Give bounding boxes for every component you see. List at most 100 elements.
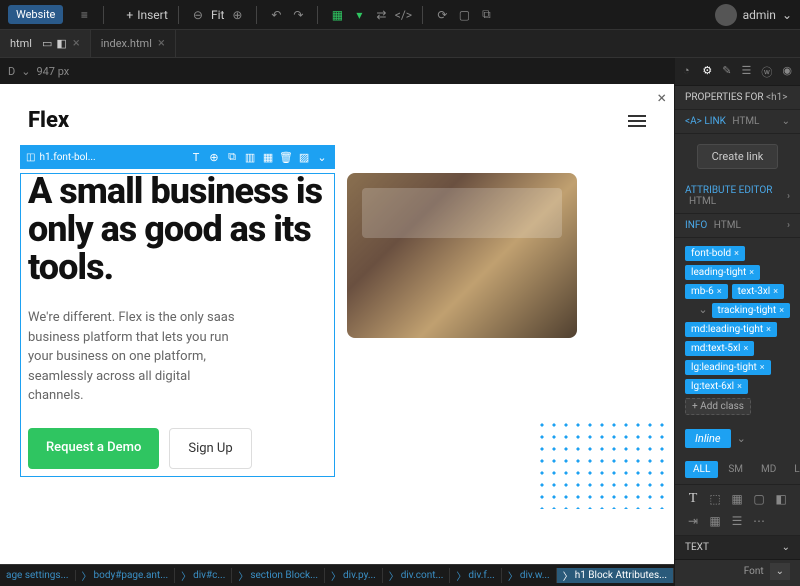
chevron-down-icon[interactable]: ▾ bbox=[350, 6, 368, 24]
list-icon[interactable]: ☰ bbox=[729, 513, 745, 529]
class-chip[interactable]: md:leading-tight× bbox=[685, 322, 777, 337]
delete-icon[interactable]: 🗑 bbox=[279, 150, 293, 164]
info-section-header[interactable]: INFO HTML › bbox=[675, 214, 800, 238]
crumb[interactable]: age settings... bbox=[0, 570, 76, 581]
grid-icon[interactable]: ▦ bbox=[707, 513, 723, 529]
plus-icon: + bbox=[126, 8, 133, 22]
bp-all[interactable]: ALL bbox=[685, 461, 718, 478]
crumb[interactable]: 〉div.w... bbox=[502, 568, 557, 583]
close-icon[interactable]: × bbox=[158, 36, 165, 51]
create-link-button[interactable]: Create link bbox=[697, 144, 779, 169]
attribute-editor-header[interactable]: ATTRIBUTE EDITOR HTML › bbox=[675, 179, 800, 214]
columns-icon[interactable]: ▥ bbox=[243, 150, 257, 164]
fit-label: Fit bbox=[211, 8, 224, 22]
chevron-down-icon[interactable]: ⌄ bbox=[698, 303, 707, 318]
visibility-icon[interactable]: ◉ bbox=[782, 64, 792, 80]
decorative-dots bbox=[536, 419, 666, 509]
brand-logo: Flex bbox=[28, 108, 69, 133]
file-tabs: html ▭ ◧ × index.html × bbox=[0, 30, 800, 58]
crumb-active[interactable]: 〉h1 Block Attributes... bbox=[557, 568, 674, 583]
insert-button[interactable]: + Insert bbox=[126, 8, 168, 22]
crumb[interactable]: 〉body#page.ant... bbox=[76, 568, 176, 583]
split-icon[interactable]: ◧ bbox=[56, 37, 66, 50]
font-select[interactable]: ⌄ bbox=[770, 563, 790, 580]
avatar bbox=[715, 4, 737, 26]
chevron-down-icon: ⌄ bbox=[782, 542, 790, 553]
chevron-down-icon[interactable]: ⌄ bbox=[737, 432, 746, 445]
brush-icon[interactable]: ✎ bbox=[722, 64, 731, 80]
redo-icon[interactable]: ↷ bbox=[289, 6, 307, 24]
spacing-icon[interactable]: ⬚ bbox=[707, 491, 723, 507]
crumb[interactable]: 〉div.py... bbox=[325, 568, 383, 583]
hero-headline[interactable]: A small business is only as good as its … bbox=[28, 173, 327, 286]
cta-primary-button[interactable]: Request a Demo bbox=[28, 428, 159, 469]
undo-icon[interactable]: ↶ bbox=[267, 6, 285, 24]
class-chip[interactable]: mb-6× bbox=[685, 284, 728, 299]
class-chip[interactable]: md:text-5xl× bbox=[685, 341, 754, 356]
decorative-stripes bbox=[332, 419, 452, 489]
tab-html[interactable]: html ▭ ◧ × bbox=[0, 30, 91, 57]
bp-lg[interactable]: LG bbox=[786, 461, 800, 478]
duplicate-icon[interactable]: ⧉ bbox=[225, 150, 239, 164]
class-chip[interactable]: leading-tight× bbox=[685, 265, 760, 280]
crumb[interactable]: 〉div.cont... bbox=[383, 568, 451, 583]
bp-sm[interactable]: SM bbox=[720, 461, 751, 478]
text-icon[interactable]: T bbox=[685, 491, 701, 507]
breadcrumb: age settings... 〉body#page.ant... 〉div#c… bbox=[0, 564, 674, 586]
border-icon[interactable]: ▦ bbox=[729, 491, 745, 507]
eye-icon[interactable]: ◔ bbox=[683, 64, 692, 80]
more-icon[interactable]: ▨ bbox=[297, 150, 311, 164]
class-chip[interactable]: lg:leading-tight× bbox=[685, 360, 771, 375]
menu-icon[interactable]: ≡ bbox=[75, 6, 93, 24]
cta-secondary-button[interactable]: Sign Up bbox=[169, 428, 251, 469]
layout-icon[interactable]: ◧ bbox=[773, 491, 789, 507]
properties-header: PROPERTIES FOR <h1> bbox=[675, 86, 800, 110]
copy-icon[interactable]: ⧉ bbox=[477, 6, 495, 24]
chevron-down-icon[interactable]: ⌄ bbox=[315, 150, 329, 164]
tab-index[interactable]: index.html × bbox=[91, 30, 176, 57]
class-chip[interactable]: font-bold× bbox=[685, 246, 745, 261]
more-icon[interactable]: ⋯ bbox=[751, 513, 767, 529]
fit-minus-icon[interactable]: ⊖ bbox=[189, 6, 207, 24]
close-icon[interactable]: × bbox=[73, 36, 80, 51]
crumb[interactable]: 〉section Block... bbox=[232, 568, 325, 583]
wordpress-icon[interactable]: ⓦ bbox=[761, 64, 772, 80]
grid-icon[interactable]: ▦ bbox=[261, 150, 275, 164]
text-section-header[interactable]: TEXT ⌄ bbox=[675, 536, 800, 560]
hero-subtext: We're different. Flex is the only saas b… bbox=[28, 308, 248, 406]
sliders-icon[interactable]: ⚙ bbox=[702, 64, 712, 80]
list-icon[interactable]: ☰ bbox=[742, 64, 752, 80]
class-chip[interactable]: lg:text-6xl× bbox=[685, 379, 748, 394]
chevron-down-icon[interactable]: ⌄ bbox=[21, 65, 30, 78]
add-class-button[interactable]: + Add class bbox=[685, 398, 751, 415]
class-chip[interactable]: tracking-tight× bbox=[712, 303, 790, 318]
top-toolbar: Website ≡ + Insert ⊖ Fit ⊕ ↶ ↷ ▦ ▾ ⇄ </>… bbox=[0, 0, 800, 30]
element-badge-icon: ◫ bbox=[26, 152, 35, 163]
grid-icon[interactable]: ▦ bbox=[328, 6, 346, 24]
selection-toolbar: ◫ h1.font-bol... T ⊕ ⧉ ▥ ▦ 🗑 ▨ ⌄ bbox=[20, 145, 335, 169]
user-menu[interactable]: admin ⌄ bbox=[715, 4, 792, 26]
chevron-right-icon: › bbox=[787, 191, 790, 202]
inline-badge[interactable]: Inline bbox=[685, 429, 731, 448]
page-canvas[interactable]: Flex ◫ h1.font-bol... T ⊕ ⧉ ▥ ▦ 🗑 bbox=[0, 84, 674, 564]
link-section-header[interactable]: <A> LINK HTML ⌄ bbox=[675, 110, 800, 134]
panel-icon[interactable]: ▭ bbox=[42, 37, 52, 50]
fit-plus-icon[interactable]: ⊕ bbox=[228, 6, 246, 24]
canvas-close-icon[interactable]: × bbox=[657, 88, 666, 107]
bp-md[interactable]: MD bbox=[753, 461, 784, 478]
text-tool-icon[interactable]: T bbox=[189, 150, 203, 164]
style-icon-row: T ⬚ ▦ ▢ ◧ ⇥ ▦ ☰ ⋯ bbox=[675, 485, 800, 536]
flex-icon[interactable]: ⇥ bbox=[685, 513, 701, 529]
website-button[interactable]: Website bbox=[8, 5, 63, 24]
device-icon[interactable]: ▢ bbox=[455, 6, 473, 24]
hamburger-icon[interactable] bbox=[628, 115, 646, 127]
code-icon[interactable]: </> bbox=[394, 6, 412, 24]
box-icon[interactable]: ▢ bbox=[751, 491, 767, 507]
tree-icon[interactable]: ⇄ bbox=[372, 6, 390, 24]
crumb[interactable]: 〉div#c... bbox=[175, 568, 232, 583]
refresh-icon[interactable]: ⟳ bbox=[433, 6, 451, 24]
move-icon[interactable]: ⊕ bbox=[207, 150, 221, 164]
properties-sidebar: ◔ ⚙ ✎ ☰ ⓦ ◉ PROPERTIES FOR <h1> <A> LINK… bbox=[674, 58, 800, 586]
crumb[interactable]: 〉div.f... bbox=[450, 568, 501, 583]
class-chip[interactable]: text-3xl× bbox=[732, 284, 784, 299]
